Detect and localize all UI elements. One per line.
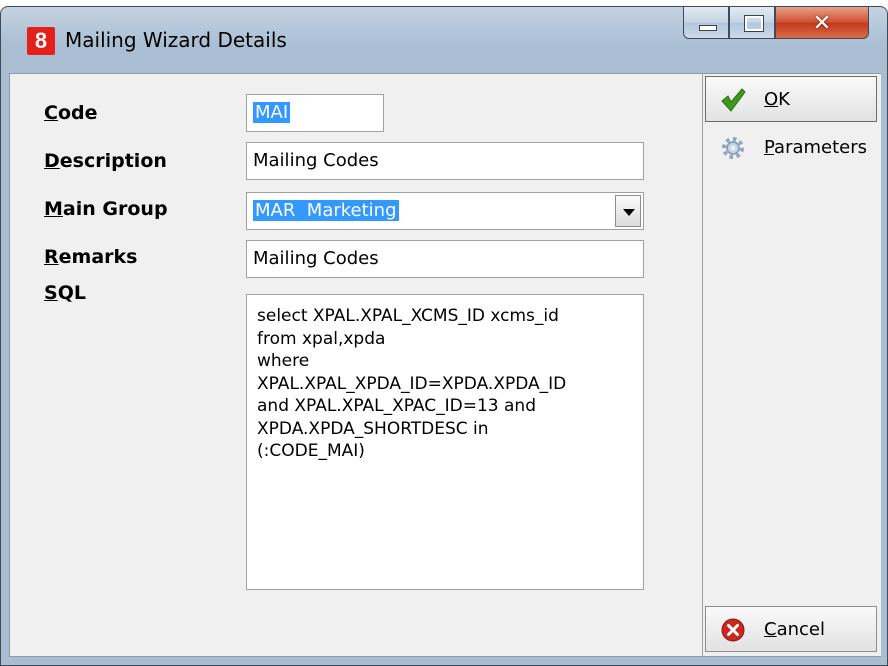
code-label-rest: ode [57, 102, 98, 124]
parameters-button[interactable]: Parameters [705, 124, 877, 170]
remarks-value: Mailing Codes [253, 248, 379, 269]
dialog-client-area: Code MAI Description Mailing Codes Main … [9, 73, 881, 657]
ok-label-rest: K [778, 89, 790, 110]
sql-textarea[interactable]: select XPAL.XPAL_XCMS_ID xcms_id from xp… [246, 294, 644, 590]
sql-line: (:CODE_MAI) [257, 441, 365, 461]
close-button[interactable]: ✕ [775, 7, 869, 39]
remarks-label: Remarks [44, 246, 137, 268]
main-group-label-hotkey: M [44, 198, 63, 220]
title-bar[interactable]: 8 Mailing Wizard Details ✕ [1, 7, 887, 73]
sql-line: and XPAL.XPAL_XPAC_ID=13 and [257, 396, 536, 416]
cancel-label-rest: ancel [776, 619, 825, 640]
main-group-label: Main Group [44, 198, 168, 220]
code-value: MAI [253, 102, 291, 123]
code-input[interactable]: MAI [246, 94, 384, 132]
sql-line: from xpal,xpda [257, 328, 386, 349]
description-input[interactable]: Mailing Codes [246, 142, 644, 180]
window-title: Mailing Wizard Details [65, 28, 287, 52]
main-group-label-rest: ain Group [62, 198, 168, 220]
cancel-button-label: Cancel [764, 619, 825, 640]
sql-line: XPAL.XPAL_XPDA_ID=XPDA.XPDA_ID [257, 373, 567, 394]
cancel-hotkey: C [764, 619, 777, 640]
sql-line: select XPAL.XPAL_XCMS_ID xcms_id [257, 306, 559, 326]
dialog-window: 8 Mailing Wizard Details ✕ Code MAI Desc… [0, 6, 888, 666]
remarks-input[interactable]: Mailing Codes [246, 240, 644, 278]
remarks-label-rest: emarks [58, 246, 138, 268]
description-value: Mailing Codes [253, 150, 379, 171]
sql-line: XPDA.XPDA_SHORTDESC in [257, 418, 489, 439]
maximize-button[interactable] [729, 7, 775, 39]
sql-line: where [257, 351, 310, 371]
description-label-rest: escription [59, 150, 167, 172]
sql-label: SQL [44, 282, 86, 304]
parameters-hotkey: P [764, 137, 775, 158]
ok-button[interactable]: OK [705, 76, 877, 122]
gear-icon [722, 137, 744, 159]
chevron-down-icon[interactable] [615, 195, 641, 227]
minimize-button[interactable] [683, 7, 729, 39]
parameters-button-label: Parameters [764, 137, 867, 158]
minimize-icon [699, 25, 717, 31]
code-label: Code [44, 102, 98, 124]
main-group-select[interactable]: MAR Marketing [246, 192, 644, 230]
code-label-hotkey: C [44, 102, 58, 124]
sql-label-rest: QL [57, 282, 86, 304]
checkmark-icon [721, 88, 746, 112]
ok-button-label: OK [764, 89, 790, 110]
description-label: Description [44, 150, 167, 172]
button-panel: OK Parameters Cancel [702, 74, 881, 656]
app-icon: 8 [27, 27, 55, 55]
caption-buttons: ✕ [683, 7, 869, 39]
description-label-hotkey: D [44, 150, 60, 172]
ok-hotkey: O [764, 89, 779, 110]
close-icon: ✕ [812, 10, 832, 35]
maximize-icon [744, 15, 764, 32]
main-group-value: MAR Marketing [253, 200, 399, 221]
form-panel: Code MAI Description Mailing Codes Main … [10, 74, 702, 656]
cancel-button[interactable]: Cancel [705, 606, 877, 652]
sql-label-hotkey: S [44, 282, 58, 304]
parameters-label-rest: arameters [774, 137, 868, 158]
cancel-icon [721, 618, 745, 642]
remarks-label-hotkey: R [44, 246, 59, 268]
